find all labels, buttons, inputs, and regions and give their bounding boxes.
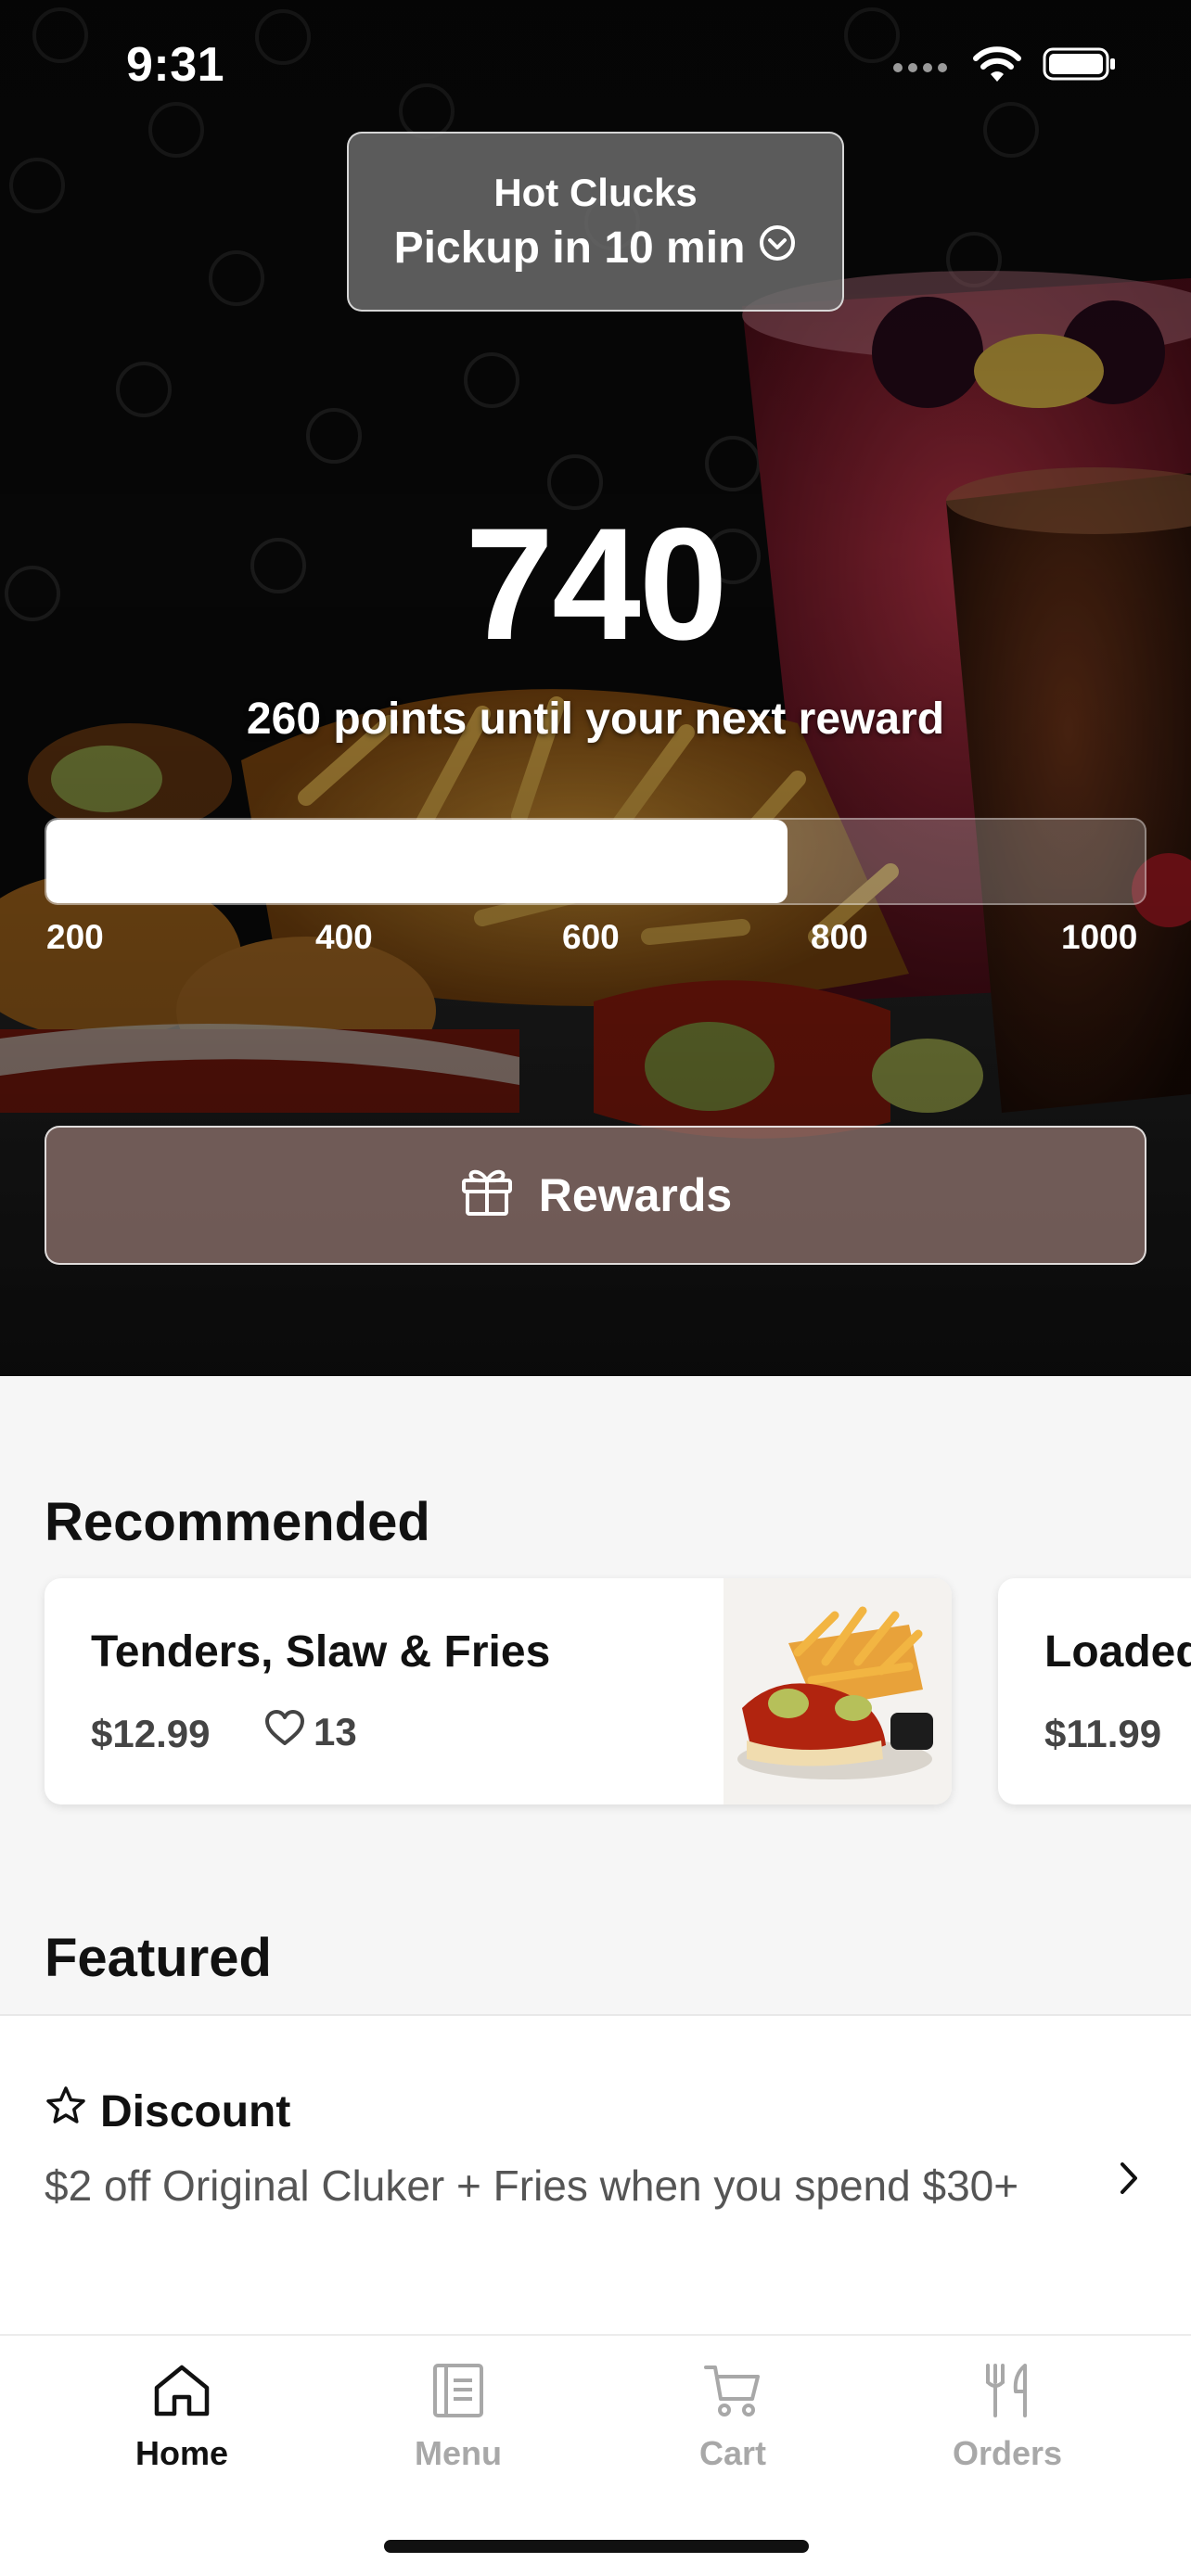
featured-title: Featured [45,1928,272,1988]
item-image [724,1578,952,1804]
tick-label: 600 [562,918,620,956]
cart-icon [631,2362,835,2419]
item-likes[interactable]: 13 [263,1708,357,1756]
featured-item-description: $2 off Original Cluker + Fries when you … [45,2162,1019,2210]
rewards-button[interactable]: Rewards [45,1126,1146,1265]
tick-label: 400 [315,918,373,956]
location-name: Hot Clucks [493,171,698,214]
home-icon [80,2362,284,2419]
tick-label: 800 [811,918,868,956]
status-time: 9:31 [126,38,225,92]
star-icon [45,2085,87,2138]
recommended-card[interactable]: Loaded $11.99 [998,1578,1191,1804]
recommended-card[interactable]: Tenders, Slaw & Fries $12.99 13 [45,1578,952,1804]
pickup-time: Pickup in 10 min [393,223,746,273]
recommended-title: Recommended [45,1492,430,1552]
tab-label: Menu [415,2434,502,2472]
tab-label: Cart [698,2434,767,2472]
featured-item-title-row: Discount [45,2085,290,2138]
chevron-right-icon[interactable] [1115,2157,1143,2204]
points-progress-fill [46,820,788,903]
item-price: $11.99 [1044,1712,1162,1755]
featured-item-title: Discount [100,2086,291,2136]
wifi-icon [972,45,1022,88]
tick-label: 1000 [1061,918,1138,956]
item-name: Loaded [1044,1627,1191,1677]
tab-label: Home [134,2434,229,2472]
signal-icon [892,55,952,78]
tab-cart[interactable]: Cart [631,2362,835,2501]
tick-label: 200 [46,918,104,956]
menu-icon [356,2362,560,2419]
item-price: $12.99 [91,1712,211,1755]
home-indicator [384,2540,809,2553]
like-count: 13 [314,1710,357,1753]
gift-icon [459,1162,515,1229]
tab-label: Orders [952,2434,1063,2472]
points-progress-bar [45,818,1146,905]
progress-tick-labels: 200 400 600 800 1000 [45,918,1146,964]
chevron-down-circle-icon [758,223,797,274]
battery-icon [1043,45,1117,87]
tab-menu[interactable]: Menu [356,2362,560,2501]
item-name: Tenders, Slaw & Fries [91,1627,551,1677]
points-balance: 740 [465,495,728,673]
tab-home[interactable]: Home [80,2362,284,2501]
orders-icon [905,2362,1109,2419]
points-until-reward: 260 points until your next reward [246,695,945,744]
heart-icon [263,1708,306,1756]
rewards-button-label: Rewards [538,1169,733,1221]
location-selector[interactable]: Hot Clucks Pickup in 10 min [347,132,844,312]
status-bar: 9:31 [0,0,1191,130]
tab-orders[interactable]: Orders [905,2362,1109,2501]
